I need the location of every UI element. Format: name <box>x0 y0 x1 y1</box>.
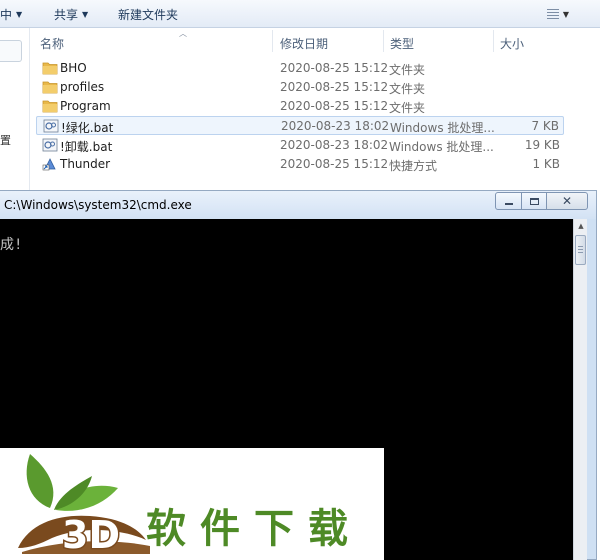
column-divider[interactable] <box>272 30 273 52</box>
svg-text:软件下载: 软件下载 <box>146 506 362 552</box>
file-type: 文件夹 <box>389 82 426 96</box>
column-header-type[interactable]: 类型 <box>390 35 414 52</box>
file-row-thunder[interactable]: Thunder 2020-08-25 15:12 快捷方式 1 KB <box>36 155 564 174</box>
file-size: 19 KB <box>524 138 560 152</box>
batch-file-icon <box>43 119 59 133</box>
minimize-icon <box>504 203 513 205</box>
vertical-scrollbar[interactable]: ▲ <box>573 219 587 560</box>
cmd-title: C:\Windows\system32\cmd.exe <box>4 198 192 212</box>
file-date: 2020-08-25 15:12 <box>280 157 389 171</box>
chevron-down-icon: ▼ <box>562 9 570 19</box>
scroll-up-icon[interactable]: ▲ <box>574 219 588 233</box>
share-label: 共享 <box>54 8 79 22</box>
explorer-toolbar: 中 ▼ 共享 ▼ 新建文件夹 ▼ <box>0 0 600 28</box>
file-size: 1 KB <box>532 157 560 171</box>
file-row-bho[interactable]: BHO 2020-08-25 15:12 文件夹 <box>36 59 564 78</box>
close-button[interactable]: ✕ <box>546 192 588 210</box>
batch-file-icon <box>42 138 58 152</box>
maximize-button[interactable] <box>521 192 547 210</box>
view-list-icon <box>546 9 559 19</box>
sort-ascending-icon: ︿ <box>179 29 187 38</box>
shortcut-icon <box>42 158 56 171</box>
file-row-green-bat[interactable]: !绿化.bat 2020-08-23 18:02 Windows 批处理... … <box>36 116 564 135</box>
chevron-down-icon: ▼ <box>82 10 89 19</box>
nav-partial-label: 置 <box>0 134 11 147</box>
file-type: Windows 批处理... <box>390 121 495 135</box>
file-date: 2020-08-25 15:12 <box>280 80 389 94</box>
file-date: 2020-08-25 15:12 <box>280 61 389 75</box>
new-folder-button[interactable]: 新建文件夹 <box>118 6 178 23</box>
console-text: 成! <box>0 237 23 253</box>
navigation-pane: 置 <box>0 28 30 190</box>
column-header-row: ︿ 名称 修改日期 类型 大小 <box>30 28 600 54</box>
new-folder-label: 新建文件夹 <box>118 8 179 22</box>
file-date: 2020-08-23 18:02 <box>281 119 390 133</box>
svg-text:3D: 3D <box>62 513 120 557</box>
column-header-date[interactable]: 修改日期 <box>280 35 328 52</box>
column-divider[interactable] <box>383 30 384 52</box>
maximize-icon <box>529 197 539 205</box>
toolbar-partial-label: 中 <box>0 8 13 22</box>
file-type: Windows 批处理... <box>389 140 494 154</box>
file-type: 快捷方式 <box>389 159 438 173</box>
cmd-titlebar[interactable]: C:\Windows\system32\cmd.exe ✕ <box>0 191 596 219</box>
close-icon: ✕ <box>561 194 573 208</box>
chevron-down-icon: ▼ <box>16 10 23 19</box>
file-type: 文件夹 <box>389 63 426 77</box>
file-name: Program <box>60 99 111 113</box>
nav-item-box[interactable] <box>0 40 22 62</box>
folder-icon <box>42 81 58 94</box>
column-divider[interactable] <box>493 30 494 52</box>
column-header-size[interactable]: 大小 <box>500 35 524 52</box>
file-name: !卸载.bat <box>60 140 113 154</box>
file-row-profiles[interactable]: profiles 2020-08-25 15:12 文件夹 <box>36 78 564 97</box>
view-options-button[interactable]: ▼ <box>544 5 572 23</box>
file-name: BHO <box>60 61 87 75</box>
file-row-uninstall-bat[interactable]: !卸载.bat 2020-08-23 18:02 Windows 批处理... … <box>36 136 564 155</box>
column-header-name[interactable]: 名称 <box>40 35 64 52</box>
folder-icon <box>42 100 58 113</box>
toolbar-partial-menu[interactable]: 中 ▼ <box>0 6 22 23</box>
file-date: 2020-08-23 18:02 <box>280 138 389 152</box>
file-row-program[interactable]: Program 2020-08-25 15:12 文件夹 <box>36 97 564 116</box>
watermark-logo: 3D 软件下载 <box>0 448 384 560</box>
file-name: profiles <box>60 80 105 94</box>
file-date: 2020-08-25 15:12 <box>280 99 389 113</box>
file-type: 文件夹 <box>389 101 426 115</box>
share-button[interactable]: 共享 ▼ <box>54 6 88 23</box>
minimize-button[interactable] <box>495 192 522 210</box>
file-size: 7 KB <box>531 119 559 133</box>
sprout-logo-icon: 3D 软件下载 <box>18 454 362 559</box>
file-name: !绿化.bat <box>61 121 114 135</box>
file-name: Thunder <box>60 157 111 171</box>
scroll-thumb[interactable] <box>575 235 586 265</box>
folder-icon <box>42 62 58 75</box>
